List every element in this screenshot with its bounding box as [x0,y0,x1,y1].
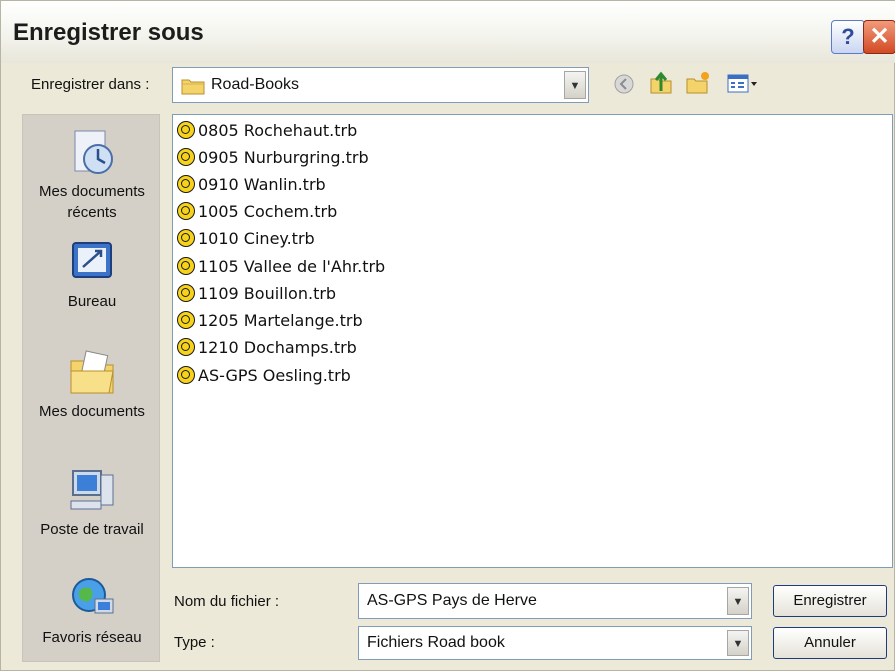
filetype-label: Type : [174,634,215,651]
filename-input[interactable]: AS-GPS Pays de Herve ▼ [358,583,752,619]
filename-value: AS-GPS Pays de Herve [367,592,537,609]
chevron-down-icon[interactable]: ▼ [727,587,749,615]
file-name: 1210 Dochamps.trb [198,338,357,357]
close-button[interactable]: ✕ [863,20,895,54]
roadbook-file-icon [177,338,195,356]
filetype-dropdown[interactable]: Fichiers Road book ▼ [358,626,752,660]
save-in-label: Enregistrer dans : [31,76,150,93]
my-documents-icon [70,350,114,394]
save-button[interactable]: Enregistrer [773,585,887,617]
file-name: 0905 Nurburgring.trb [198,148,369,167]
place-network[interactable]: Favoris réseau [23,573,161,648]
place-my-computer[interactable]: Poste de travail [23,465,161,540]
recent-documents-icon [74,130,113,174]
roadbook-file-icon [177,366,195,384]
file-name: 0910 Wanlin.trb [198,175,326,194]
roadbook-file-icon [177,311,195,329]
folder-icon [181,79,205,95]
place-desktop[interactable]: Bureau [23,237,161,312]
filetype-value: Fichiers Road book [367,634,505,651]
file-name: 1005 Cochem.trb [198,202,338,221]
places-bar: Mes documents récents Bureau Mes documen… [22,114,160,662]
view-menu-icon[interactable] [727,73,761,95]
dialog-title: Enregistrer sous [13,19,204,46]
chevron-down-icon[interactable]: ▼ [564,71,586,99]
cancel-button[interactable]: Annuler [773,627,887,659]
place-label: Favoris réseau [42,629,142,646]
file-name: 0805 Rochehaut.trb [198,121,358,140]
back-icon[interactable] [613,73,635,95]
save-in-value: Road-Books [211,76,300,93]
file-list[interactable]: 0805 Rochehaut.trb 0905 Nurburgring.trb … [172,114,893,568]
help-button[interactable]: ? [831,20,865,54]
up-folder-icon[interactable] [649,71,673,95]
roadbook-file-icon [177,284,195,302]
roadbook-file-icon [177,148,195,166]
roadbook-file-icon [177,175,195,193]
file-name: AS-GPS Oesling.trb [198,366,351,385]
file-name: 1010 Ciney.trb [198,229,315,248]
roadbook-file-icon [177,202,195,220]
place-label: Mes documents [39,403,145,420]
filename-label: Nom du fichier : [174,593,280,610]
network-places-icon [72,578,114,614]
roadbook-file-icon [177,121,195,139]
place-recent-documents[interactable]: Mes documents récents [23,127,161,223]
save-as-dialog: Enregistrer sous ? ✕ Enregistrer dans : … [0,0,895,671]
place-label: Mes documents [39,183,145,200]
title-bar[interactable]: Enregistrer sous ? ✕ [1,1,895,63]
place-label-line2: récents [67,204,117,221]
chevron-down-icon[interactable]: ▼ [727,630,749,656]
place-my-documents[interactable]: Mes documents [23,347,161,422]
place-label: Bureau [67,293,117,310]
file-name: 1205 Martelange.trb [198,311,363,330]
place-label: Poste de travail [40,521,144,538]
desktop-icon [72,242,112,278]
roadbook-file-icon [177,257,195,275]
new-folder-icon[interactable] [685,71,711,95]
file-name: 1109 Bouillon.trb [198,284,337,303]
file-name: 1105 Vallee de l'Ahr.trb [198,257,386,276]
my-computer-icon [70,470,114,510]
save-in-dropdown[interactable]: Road-Books ▼ [172,67,589,103]
roadbook-file-icon [177,229,195,247]
